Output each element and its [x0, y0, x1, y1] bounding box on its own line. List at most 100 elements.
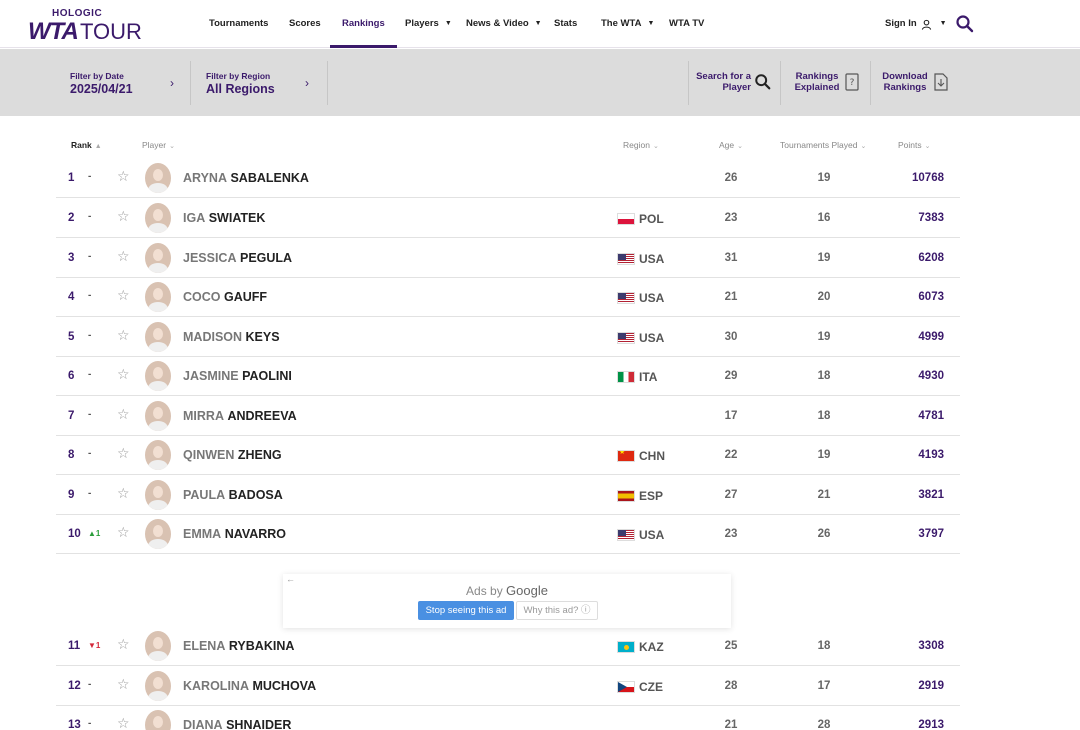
- player-avatar[interactable]: [145, 519, 171, 549]
- sign-in-button[interactable]: Sign In ▼: [885, 0, 947, 48]
- table-row[interactable]: 4 - ☆ COCO GAUFF USA 21 20 6073: [56, 277, 960, 317]
- rank-movement: ▲1: [88, 529, 101, 538]
- table-row[interactable]: 6 - ☆ JASMINE PAOLINI ITA 29 18 4930: [56, 356, 960, 396]
- nav-news-video[interactable]: News & Video ▼: [466, 0, 542, 48]
- player-avatar[interactable]: [145, 163, 171, 193]
- rankings-explained-button[interactable]: Rankings Explained ?: [793, 49, 865, 116]
- filter-by-date[interactable]: Filter by Date 2025/04/21 ›: [70, 49, 190, 116]
- tournaments-played: 19: [817, 172, 831, 184]
- player-name[interactable]: MADISON KEYS: [183, 330, 280, 344]
- player-name[interactable]: COCO GAUFF: [183, 290, 267, 304]
- table-row[interactable]: 12- ☆ KAROLINA MUCHOVA CZE 28 17 2919: [56, 666, 960, 706]
- rankings-explained-label: Rankings Explained: [794, 71, 840, 93]
- player-last-name: PEGULA: [239, 251, 293, 265]
- divider: [688, 61, 689, 105]
- favorite-star-icon[interactable]: ☆: [117, 715, 130, 730]
- player-name[interactable]: ARYNA SABALENKA: [183, 171, 309, 185]
- filter-bar: Filter by Date 2025/04/21 › Filter by Re…: [0, 49, 1080, 116]
- player-avatar[interactable]: [145, 480, 171, 510]
- nav-stats[interactable]: Stats: [554, 0, 577, 48]
- favorite-star-icon[interactable]: ☆: [117, 366, 130, 383]
- stop-seeing-ad-button[interactable]: Stop seeing this ad: [418, 601, 514, 620]
- player-name[interactable]: PAULA BADOSA: [183, 488, 283, 502]
- rank-movement: -: [88, 409, 92, 420]
- nav-the-wta[interactable]: The WTA ▼: [601, 0, 654, 48]
- why-this-ad-button[interactable]: Why this ad? ⓘ: [516, 601, 598, 620]
- favorite-star-icon[interactable]: ☆: [117, 636, 130, 653]
- player-name[interactable]: IGA SWIATEK: [183, 211, 265, 225]
- player-name[interactable]: ELENA RYBAKINA: [183, 639, 294, 653]
- nav-rankings[interactable]: Rankings: [330, 0, 397, 48]
- table-row[interactable]: 3 - ☆ JESSICA PEGULA USA 31 19 6208: [56, 238, 960, 278]
- player-avatar[interactable]: [145, 401, 171, 431]
- col-tournaments-played[interactable]: Tournaments Played ⌄: [780, 140, 866, 150]
- nav-wta-tv[interactable]: WTA TV: [669, 0, 704, 48]
- player-avatar[interactable]: [145, 282, 171, 312]
- search-icon[interactable]: [955, 14, 975, 34]
- tournaments-played: 18: [817, 410, 831, 422]
- table-row[interactable]: 9 - ☆ PAULA BADOSA ESP 27 21 3821: [56, 475, 960, 515]
- table-row[interactable]: 5 - ☆ MADISON KEYS USA 30 19 4999: [56, 317, 960, 357]
- player-name[interactable]: QINWEN ZHENG: [183, 448, 282, 462]
- table-row[interactable]: 8 - ☆ QINWEN ZHENG CHN 22 19 4193: [56, 435, 960, 475]
- player-age: 27: [724, 489, 738, 501]
- table-row[interactable]: 13- ☆ DIANA SHNAIDER 21 28 2913: [56, 705, 960, 730]
- favorite-star-icon[interactable]: ☆: [117, 524, 130, 541]
- player-last-name: SHNAIDER: [226, 718, 292, 730]
- player-name[interactable]: DIANA SHNAIDER: [183, 718, 291, 730]
- player-first-name: MADISON: [183, 330, 243, 344]
- filter-region-label: Filter by Region: [206, 71, 271, 81]
- col-player[interactable]: Player ⌄: [142, 140, 175, 150]
- tournaments-played: 18: [817, 640, 831, 652]
- wta-logo[interactable]: HOLOGIC WTA TOUR: [28, 8, 142, 45]
- col-points[interactable]: Points ⌄: [898, 140, 931, 150]
- player-name[interactable]: EMMA NAVARRO: [183, 527, 286, 541]
- player-avatar[interactable]: [145, 440, 171, 470]
- table-row[interactable]: 10 ▲1 ☆ EMMA NAVARRO USA 23 26 3797: [56, 514, 960, 554]
- filter-date-value: 2025/04/21: [70, 82, 133, 96]
- favorite-star-icon[interactable]: ☆: [117, 327, 130, 344]
- player-avatar[interactable]: [145, 243, 171, 273]
- player-name[interactable]: KAROLINA MUCHOVA: [183, 679, 316, 693]
- player-avatar[interactable]: [145, 322, 171, 352]
- col-age[interactable]: Age ⌄: [719, 140, 743, 150]
- country-code: ESP: [639, 489, 664, 503]
- col-rank[interactable]: Rank ▲: [71, 140, 102, 150]
- filter-by-region[interactable]: Filter by Region All Regions ›: [206, 49, 326, 116]
- favorite-star-icon[interactable]: ☆: [117, 406, 130, 423]
- player-avatar[interactable]: [145, 203, 171, 233]
- player-name[interactable]: MIRRA ANDREEVA: [183, 409, 297, 423]
- nav-scores[interactable]: Scores: [289, 0, 321, 48]
- player-first-name: ARYNA: [183, 171, 227, 185]
- col-region[interactable]: Region ⌄: [623, 140, 659, 150]
- nav-tournaments[interactable]: Tournaments: [209, 0, 268, 48]
- rank-movement: -: [88, 369, 92, 380]
- favorite-star-icon[interactable]: ☆: [117, 208, 130, 225]
- player-avatar[interactable]: [145, 710, 171, 730]
- rank-movement: ▼1: [88, 641, 101, 650]
- player-first-name: QINWEN: [183, 448, 235, 462]
- favorite-star-icon[interactable]: ☆: [117, 168, 130, 185]
- player-avatar[interactable]: [145, 361, 171, 391]
- favorite-star-icon[interactable]: ☆: [117, 287, 130, 304]
- divider: [780, 61, 781, 105]
- search-player-label: Search for a Player: [696, 71, 751, 93]
- table-row[interactable]: 2 - ☆ IGA SWIATEK POL 23 16 7383: [56, 198, 960, 238]
- player-name[interactable]: JESSICA PEGULA: [183, 251, 292, 265]
- search-player-button[interactable]: Search for a Player: [696, 49, 776, 116]
- table-row[interactable]: 11 ▼1 ☆ ELENA RYBAKINA KAZ 25 18 3308: [56, 626, 960, 666]
- player-age: 22: [724, 449, 738, 461]
- player-age: 21: [724, 291, 738, 303]
- download-rankings-button[interactable]: Download Rankings: [880, 49, 952, 116]
- table-row[interactable]: 7 - ☆ MIRRA ANDREEVA 17 18 4781: [56, 396, 960, 436]
- favorite-star-icon[interactable]: ☆: [117, 485, 130, 502]
- favorite-star-icon[interactable]: ☆: [117, 445, 130, 462]
- player-avatar[interactable]: [145, 631, 171, 661]
- filter-date-label: Filter by Date: [70, 71, 124, 81]
- favorite-star-icon[interactable]: ☆: [117, 248, 130, 265]
- player-name[interactable]: JASMINE PAOLINI: [183, 369, 292, 383]
- table-row[interactable]: 1 - ☆ ARYNA SABALENKA 26 19 10768: [56, 158, 960, 198]
- nav-players[interactable]: Players ▼: [405, 0, 452, 48]
- player-avatar[interactable]: [145, 671, 171, 701]
- favorite-star-icon[interactable]: ☆: [117, 676, 130, 693]
